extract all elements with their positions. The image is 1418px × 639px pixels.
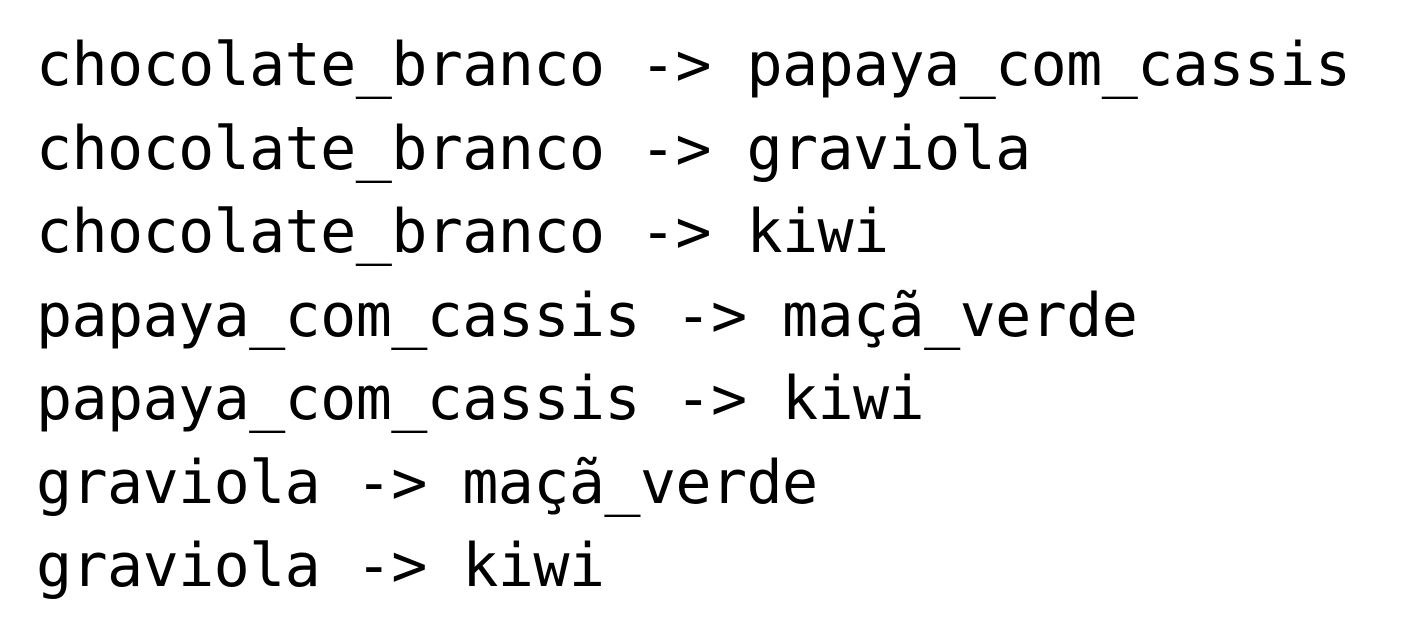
- edge-line: graviola -> maçã_verde: [36, 447, 818, 518]
- edge-line: papaya_com_cassis -> maçã_verde: [36, 280, 1138, 351]
- edge-line: papaya_com_cassis -> kiwi: [36, 364, 925, 434]
- edge-list-document: chocolate_branco -> papaya_com_cassis ch…: [0, 0, 1418, 639]
- edge-line: chocolate_branco -> kiwi: [36, 197, 889, 267]
- edge-line: chocolate_branco -> papaya_com_cassis: [36, 30, 1351, 100]
- edge-line: graviola -> kiwi: [36, 531, 605, 601]
- edge-line: chocolate_branco -> graviola: [36, 113, 1031, 184]
